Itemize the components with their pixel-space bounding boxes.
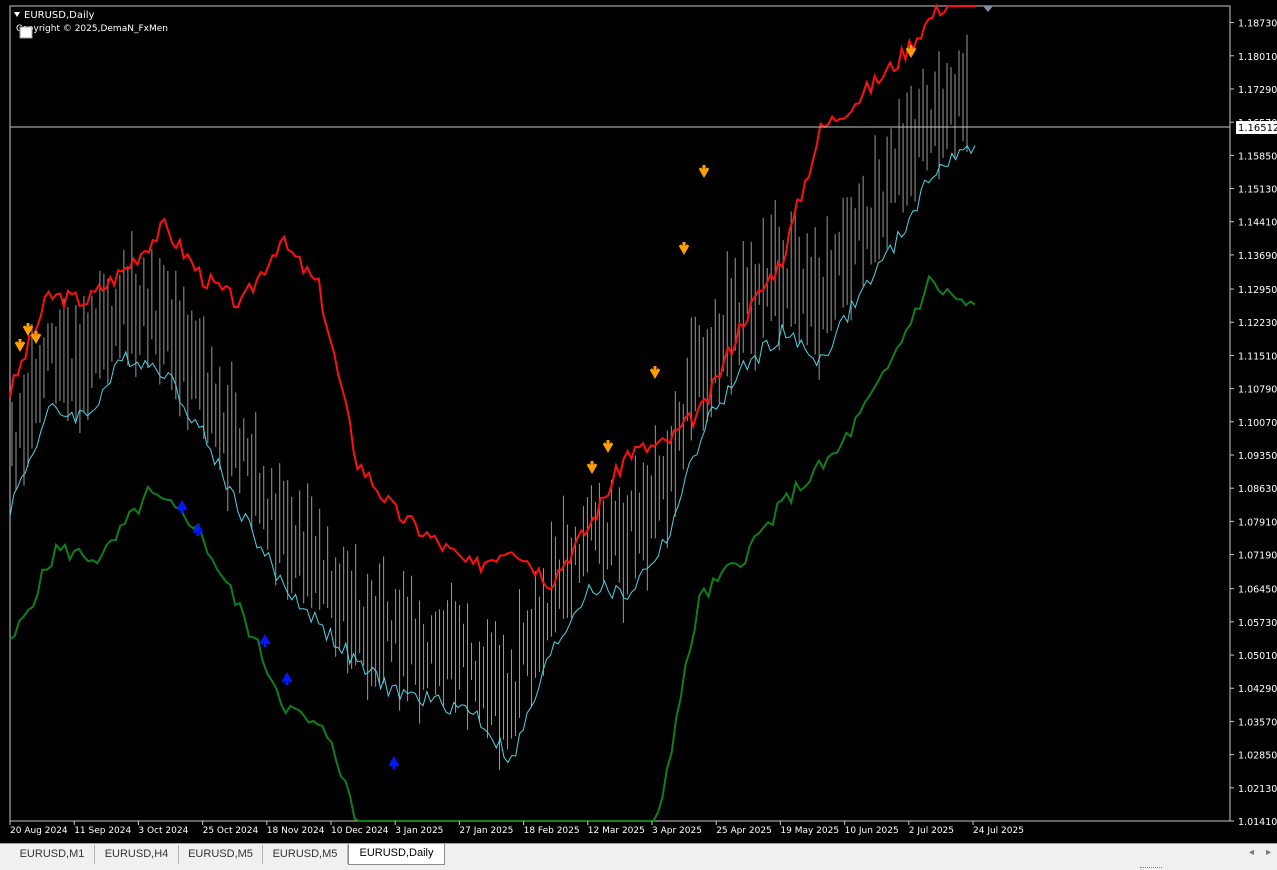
time-tick-label: 10 Dec 2024: [331, 826, 389, 836]
scroll-left-icon[interactable]: ◂: [1249, 847, 1254, 858]
price-tick-label: 1.05730: [1238, 618, 1277, 629]
time-tick-label: 25 Oct 2024: [203, 826, 259, 836]
price-tick-label: 1.15850: [1238, 151, 1277, 162]
tab-eurusd-m5[interactable]: EURUSD,M5: [179, 845, 263, 864]
time-tick-label: 3 Jan 2025: [395, 826, 443, 836]
price-tick-label: 1.10790: [1238, 385, 1277, 396]
time-tick-label: 11 Sep 2024: [74, 826, 131, 836]
price-tick-label: 1.18730: [1238, 19, 1277, 30]
time-tick-label: 18 Feb 2025: [524, 826, 580, 836]
time-tick-label: 3 Apr 2025: [652, 826, 702, 836]
symbol-label: EURUSD,Daily: [24, 10, 95, 21]
tab-eurusd-h4[interactable]: EURUSD,H4: [95, 845, 179, 864]
time-tick-label: 2 Jul 2025: [909, 826, 954, 836]
price-chart[interactable]: 1.187301.180101.172901.165701.158501.151…: [0, 0, 1277, 843]
price-tick-label: 1.03570: [1238, 717, 1277, 728]
time-tick-label: 24 Jul 2025: [973, 826, 1024, 836]
tab-eurusd-m1[interactable]: EURUSD,M1: [10, 845, 95, 864]
price-tick-label: 1.17290: [1238, 85, 1277, 96]
price-tick-label: 1.06450: [1238, 585, 1277, 596]
price-tick-label: 1.07190: [1238, 551, 1277, 562]
price-tick-label: 1.11510: [1238, 351, 1277, 362]
scroll-right-icon[interactable]: ▸: [1266, 847, 1271, 858]
time-tick-label: 19 May 2025: [780, 826, 839, 836]
price-tick-label: 1.13690: [1238, 251, 1277, 262]
price-tick-label: 1.02850: [1238, 751, 1277, 762]
time-tick-label: 3 Oct 2024: [138, 826, 188, 836]
time-tick-label: 10 Jun 2025: [845, 826, 899, 836]
price-tick-label: 1.05010: [1238, 651, 1277, 662]
price-tick-label: 1.12950: [1238, 285, 1277, 296]
price-tick-label: 1.07910: [1238, 517, 1277, 528]
tab-eurusd-daily[interactable]: EURUSD,Daily: [348, 844, 445, 865]
price-tick-label: 1.18010: [1238, 52, 1277, 63]
price-tick-label: 1.10070: [1238, 418, 1277, 429]
time-tick-label: 20 Aug 2024: [10, 826, 68, 836]
time-tick-label: 12 Mar 2025: [588, 826, 645, 836]
indicator-button-icon[interactable]: [19, 26, 33, 39]
price-tick-label: 1.04290: [1238, 684, 1277, 695]
time-tick-label: 27 Jan 2025: [459, 826, 513, 836]
chart-tab-bar: EURUSD,M1 EURUSD,H4 EURUSD,M5 EURUSD,M5 …: [0, 843, 1277, 870]
tab-eurusd-m5-2[interactable]: EURUSD,M5: [263, 845, 348, 864]
price-tick-label: 1.01410: [1238, 817, 1277, 828]
price-tick-label: 1.12230: [1238, 318, 1277, 329]
current-price-label: 1.16512: [1238, 123, 1277, 134]
copyright-label: Copyright © 2025,DemaN_FxMen: [16, 24, 168, 34]
price-tick-label: 1.15130: [1238, 185, 1277, 196]
price-tick-label: 1.02130: [1238, 784, 1277, 795]
price-tick-label: 1.08630: [1238, 484, 1277, 495]
price-tick-label: 1.14410: [1238, 218, 1277, 229]
time-tick-label: 25 Apr 2025: [716, 826, 772, 836]
time-tick-label: 18 Nov 2024: [267, 826, 325, 836]
price-tick-label: 1.09350: [1238, 451, 1277, 462]
